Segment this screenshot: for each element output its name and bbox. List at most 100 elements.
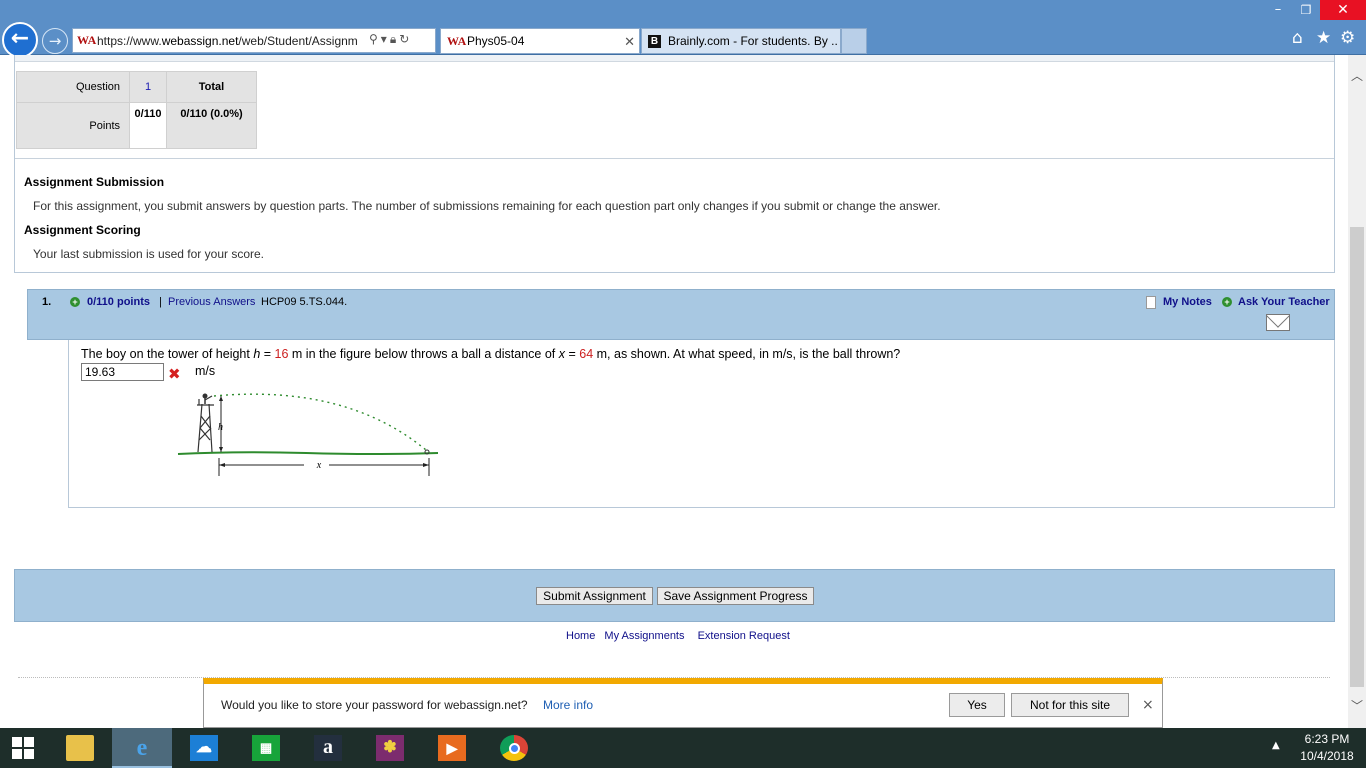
back-arrow-icon: ← <box>10 26 30 51</box>
question-number-link[interactable]: 1 <box>129 71 167 103</box>
clock-time[interactable]: 6:23 PM <box>1296 732 1358 746</box>
url-prefix: https://www. <box>97 34 162 48</box>
dropdown-icon[interactable]: ▾ <box>381 32 390 46</box>
yes-button[interactable]: Yes <box>949 693 1005 717</box>
home-link[interactable]: Home <box>566 630 595 642</box>
answer-input[interactable] <box>81 363 164 381</box>
h-value: 16 <box>274 347 289 361</box>
more-info-link[interactable]: More info <box>543 698 593 712</box>
submit-assignment-button[interactable]: Submit Assignment <box>536 587 653 605</box>
separator: | <box>159 296 162 308</box>
taskbar-onedrive[interactable]: ☁ <box>174 728 234 768</box>
taskbar-file-explorer[interactable] <box>50 728 110 768</box>
my-assignments-link[interactable]: My Assignments <box>604 630 684 642</box>
question-header: 1. + 0/110 points | Previous Answers HCP… <box>27 289 1335 340</box>
browser-chrome: – ❐ ✕ ← → WA https://www.webassign.net/w… <box>0 0 1366 58</box>
minimize-button[interactable]: – <box>1264 0 1292 20</box>
webassign-favicon-icon: WA <box>77 33 97 47</box>
notification-text: Would you like to store your password fo… <box>221 698 528 712</box>
question-text: The boy on the tower of height h = 16 m … <box>81 347 900 361</box>
notes-icon[interactable] <box>1146 296 1156 309</box>
forward-button[interactable]: → <box>42 28 68 54</box>
close-icon[interactable]: × <box>1142 697 1154 713</box>
gear-icon[interactable]: ⚙ <box>1340 28 1355 48</box>
new-tab-button[interactable] <box>841 28 867 54</box>
url-text[interactable]: https://www.webassign.net/web/Student/As… <box>97 34 367 48</box>
scroll-down-icon[interactable]: ﹀ <box>1348 697 1366 714</box>
start-button[interactable] <box>0 728 48 768</box>
search-icon[interactable]: ⚲ <box>369 32 381 46</box>
close-tab-icon[interactable]: ✕ <box>624 29 635 53</box>
divider <box>15 158 1334 159</box>
question-points-link[interactable]: 0/110 points <box>87 296 150 308</box>
previous-answers-link[interactable]: Previous Answers <box>168 296 255 308</box>
question-text-part: m in the figure below throws a ball a di… <box>288 347 559 361</box>
not-for-this-site-button[interactable]: Not for this site <box>1011 693 1129 717</box>
tab-title: Phys05-04 <box>467 34 525 48</box>
home-icon[interactable]: ⌂ <box>1292 28 1303 48</box>
my-notes-link[interactable]: My Notes <box>1163 296 1212 308</box>
taskbar-chrome[interactable] <box>484 728 544 768</box>
folder-icon <box>66 735 94 761</box>
taskbar-internet-explorer[interactable]: e <box>112 728 172 768</box>
address-bar[interactable]: WA https://www.webassign.net/web/Student… <box>72 28 436 53</box>
ask-teacher-plus-icon[interactable]: + <box>1222 297 1232 307</box>
question-number: 1. <box>42 296 52 308</box>
internet-explorer-icon: e <box>136 735 148 761</box>
forward-arrow-icon: → <box>48 32 62 50</box>
ask-teacher-link[interactable]: Ask Your Teacher <box>1238 296 1330 308</box>
submission-text: For this assignment, you submit answers … <box>33 199 941 213</box>
onedrive-icon: ☁ <box>190 735 218 761</box>
video-player-icon: ▶ <box>438 735 466 761</box>
assignment-info-panel: Question 1 Total Points 0/110 0/110 (0.0… <box>14 55 1335 273</box>
question-text-part: The boy on the tower of height <box>81 347 254 361</box>
refresh-icon[interactable]: ↻ <box>399 32 412 46</box>
tab-phys05-04[interactable]: WA Phys05-04 ✕ <box>440 28 640 54</box>
star-icon[interactable]: ★ <box>1316 28 1331 48</box>
maximize-button[interactable]: ❐ <box>1292 0 1320 20</box>
brainly-favicon-icon: B <box>648 35 661 48</box>
amazon-icon: a <box>314 735 342 761</box>
figure-label-x: x <box>316 460 322 471</box>
tower <box>197 399 214 453</box>
taskbar: e ☁ ▦ a ✽ ▶ ▲ 6:23 PM 10/4/2018 <box>0 728 1366 768</box>
equals-sign: = <box>260 347 275 361</box>
address-tools[interactable]: ⚲▾🔒︎↻ <box>369 32 412 47</box>
tab-brainly[interactable]: B Brainly.com - For students. By ... <box>641 28 841 54</box>
tab-title: Brainly.com - For students. By ... <box>668 34 838 48</box>
top-strip <box>15 55 1334 62</box>
url-path: /web/Student/Assignm <box>238 34 358 48</box>
taskbar-amazon[interactable]: a <box>298 728 358 768</box>
scoring-text: Your last submission is used for your sc… <box>33 247 264 261</box>
scroll-thumb[interactable] <box>1350 227 1364 687</box>
ground-line <box>177 451 439 455</box>
total-label: Total <box>166 71 257 103</box>
total-points: 0/110 (0.0%) <box>166 102 257 149</box>
clock-date[interactable]: 10/4/2018 <box>1296 749 1358 763</box>
scoring-heading: Assignment Scoring <box>24 223 141 237</box>
tray-expand-icon[interactable]: ▲ <box>1272 740 1280 751</box>
equals-sign: = <box>565 347 580 361</box>
score-table: Question 1 Total Points 0/110 0/110 (0.0… <box>16 71 257 149</box>
chrome-icon <box>500 735 528 761</box>
close-window-button[interactable]: ✕ <box>1320 0 1366 20</box>
taskbar-media-player[interactable]: ▶ <box>422 728 482 768</box>
save-progress-button[interactable]: Save Assignment Progress <box>657 587 814 605</box>
vertical-scrollbar[interactable]: ︿ ﹀ <box>1348 55 1366 728</box>
lock-icon[interactable]: 🔒︎ <box>390 32 399 46</box>
taskbar-store[interactable]: ▦ <box>236 728 296 768</box>
back-button[interactable]: ← <box>2 22 38 58</box>
scroll-up-icon[interactable]: ︿ <box>1348 67 1366 84</box>
question-text-part: m, as shown. At what speed, in m/s, is t… <box>593 347 901 361</box>
page-content: Question 1 Total Points 0/110 0/110 (0.0… <box>0 55 1348 728</box>
footer-links: Home My Assignments Extension Request <box>566 630 796 642</box>
mail-icon[interactable] <box>1266 314 1290 331</box>
photos-app-icon: ✽ <box>376 735 404 761</box>
submission-heading: Assignment Submission <box>24 175 165 189</box>
extension-request-link[interactable]: Extension Request <box>698 630 790 642</box>
expand-plus-icon[interactable]: + <box>70 297 80 307</box>
webassign-favicon-icon: WA <box>447 34 467 48</box>
question-code: HCP09 5.TS.044. <box>261 296 348 308</box>
taskbar-photos[interactable]: ✽ <box>360 728 420 768</box>
password-notification-bar: Would you like to store your password fo… <box>203 678 1163 728</box>
